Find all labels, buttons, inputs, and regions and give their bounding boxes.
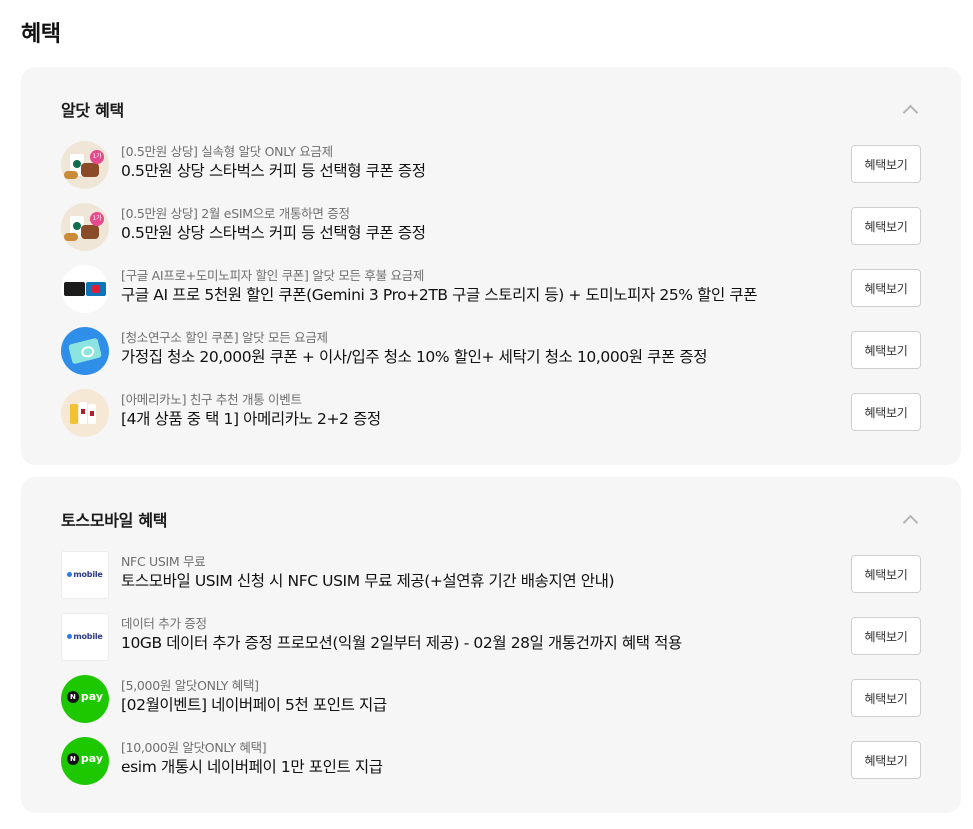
benefit-subtitle: [청소연구소 할인 쿠폰] 알닷 모든 요금제	[121, 330, 328, 345]
naver-pay-logo: Npay	[61, 752, 109, 765]
google-ai-card-icon	[64, 282, 85, 296]
sandwich-icon	[64, 171, 78, 179]
section-header[interactable]: 알닷 혜택	[21, 67, 961, 147]
benefit-subtitle: NFC USIM 무료	[121, 554, 206, 569]
mobile-logo-thumbnail: mobile	[61, 551, 109, 599]
list-item: [아메리카노] 친구 추천 개통 이벤트 [4개 상품 중 택 1] 아메리카노…	[61, 385, 921, 447]
coffee-cup-icon	[88, 404, 96, 424]
americano-thumbnail	[61, 389, 109, 437]
mobile-logo-thumbnail: mobile	[61, 613, 109, 661]
benefit-title: 가정집 청소 20,000원 쿠폰 + 이사/입주 청소 10% 할인+ 세탁기…	[121, 348, 708, 366]
benefit-subtitle: [0.5만원 상당] 실속형 알닷 ONLY 요금제	[121, 144, 333, 159]
benefit-subtitle: [아메리카노] 친구 추천 개통 이벤트	[121, 392, 302, 407]
benefit-title: 10GB 데이터 추가 증정 프로모션(익월 2일부터 제공) - 02월 28…	[121, 634, 682, 652]
list-item: mobile NFC USIM 무료 토스모바일 USIM 신청 시 NFC U…	[61, 547, 921, 609]
google-domino-thumbnail	[61, 265, 109, 313]
starbucks-logo-icon	[73, 160, 81, 168]
benefit-list: mobile NFC USIM 무료 토스모바일 USIM 신청 시 NFC U…	[61, 547, 921, 795]
view-benefit-button[interactable]: 혜택보기	[851, 331, 921, 369]
starbucks-coupon-thumbnail: 1가	[61, 141, 109, 189]
benefit-subtitle: [10,000원 알닷ONLY 혜택]	[121, 740, 267, 755]
list-item: [청소연구소 할인 쿠폰] 알닷 모든 요금제 가정집 청소 20,000원 쿠…	[61, 323, 921, 385]
coffee-cup-icon	[70, 404, 78, 424]
tossmobile-benefits-section: 토스모바일 혜택 mobile NFC USIM 무료 토스모바일 USIM 신…	[21, 477, 961, 813]
page-title: 혜택	[21, 22, 61, 47]
cleaning-coupon-thumbnail	[61, 327, 109, 375]
view-benefit-button[interactable]: 혜택보기	[851, 679, 921, 717]
dominos-logo-icon	[86, 282, 106, 296]
naver-pay-thumbnail: Npay	[61, 675, 109, 723]
list-item: Npay [5,000원 알닷ONLY 혜택] [02월이벤트] 네이버페이 5…	[61, 671, 921, 733]
section-header[interactable]: 토스모바일 혜택	[21, 477, 961, 557]
benefit-title: 0.5만원 상당 스타벅스 커피 등 선택형 쿠폰 증정	[121, 224, 426, 242]
benefit-title: 토스모바일 USIM 신청 시 NFC USIM 무료 제공(+설연휴 기간 배…	[121, 572, 615, 590]
benefit-title: [4개 상품 중 택 1] 아메리카노 2+2 증정	[121, 410, 381, 428]
view-benefit-button[interactable]: 혜택보기	[851, 145, 921, 183]
benefits-page: 혜택 알닷 혜택 1가 [0.5만원 상당] 실속형 알닷 ONLY 요금제 0…	[0, 0, 973, 829]
section-title: 토스모바일 혜택	[61, 511, 168, 530]
view-benefit-button[interactable]: 혜택보기	[851, 207, 921, 245]
starbucks-coupon-thumbnail: 1가	[61, 203, 109, 251]
benefit-title: 0.5만원 상당 스타벅스 커피 등 선택형 쿠폰 증정	[121, 162, 426, 180]
logo-dot-icon	[67, 634, 73, 639]
list-item: mobile 데이터 추가 증정 10GB 데이터 추가 증정 프로모션(익월 …	[61, 609, 921, 671]
section-title: 알닷 혜택	[61, 101, 124, 120]
starbucks-logo-icon	[73, 222, 81, 230]
benefit-subtitle: [0.5만원 상당] 2월 eSIM으로 개통하면 증정	[121, 206, 350, 221]
benefit-title: [02월이벤트] 네이버페이 5천 포인트 지급	[121, 696, 387, 714]
view-benefit-button[interactable]: 혜택보기	[851, 741, 921, 779]
benefit-title: esim 개통시 네이버페이 1만 포인트 지급	[121, 758, 383, 776]
view-benefit-button[interactable]: 혜택보기	[851, 393, 921, 431]
coffee-cup-icon	[79, 402, 87, 424]
cake-icon	[81, 163, 99, 177]
choice-badge: 1가	[90, 150, 104, 164]
choice-badge: 1가	[90, 212, 104, 226]
benefit-subtitle: [구글 AI프로+도미노피자 할인 쿠폰] 알닷 모든 후불 요금제	[121, 268, 425, 283]
chevron-up-icon[interactable]	[903, 103, 917, 117]
benefit-title: 구글 AI 프로 5천원 할인 쿠폰(Gemini 3 Pro+2TB 구글 스…	[121, 286, 758, 304]
view-benefit-button[interactable]: 혜택보기	[851, 555, 921, 593]
view-benefit-button[interactable]: 혜택보기	[851, 617, 921, 655]
logo-dot-icon	[67, 572, 73, 577]
naver-pay-logo: Npay	[61, 690, 109, 703]
view-benefit-button[interactable]: 혜택보기	[851, 269, 921, 307]
list-item: 1가 [0.5만원 상당] 실속형 알닷 ONLY 요금제 0.5만원 상당 스…	[61, 137, 921, 199]
list-item: 1가 [0.5만원 상당] 2월 eSIM으로 개통하면 증정 0.5만원 상당…	[61, 199, 921, 261]
cake-icon	[81, 225, 99, 239]
list-item: [구글 AI프로+도미노피자 할인 쿠폰] 알닷 모든 후불 요금제 구글 AI…	[61, 261, 921, 323]
sandwich-icon	[64, 233, 78, 241]
naver-pay-thumbnail: Npay	[61, 737, 109, 785]
mobile-logo: mobile	[62, 632, 108, 641]
mobile-logo: mobile	[62, 570, 108, 579]
benefit-list: 1가 [0.5만원 상당] 실속형 알닷 ONLY 요금제 0.5만원 상당 스…	[61, 137, 921, 447]
chevron-up-icon[interactable]	[903, 513, 917, 527]
benefit-subtitle: [5,000원 알닷ONLY 혜택]	[121, 678, 259, 693]
list-item: Npay [10,000원 알닷ONLY 혜택] esim 개통시 네이버페이 …	[61, 733, 921, 795]
aldot-benefits-section: 알닷 혜택 1가 [0.5만원 상당] 실속형 알닷 ONLY 요금제 0.5만…	[21, 67, 961, 465]
coupon-ticket-icon	[68, 337, 102, 365]
benefit-subtitle: 데이터 추가 증정	[121, 616, 207, 631]
